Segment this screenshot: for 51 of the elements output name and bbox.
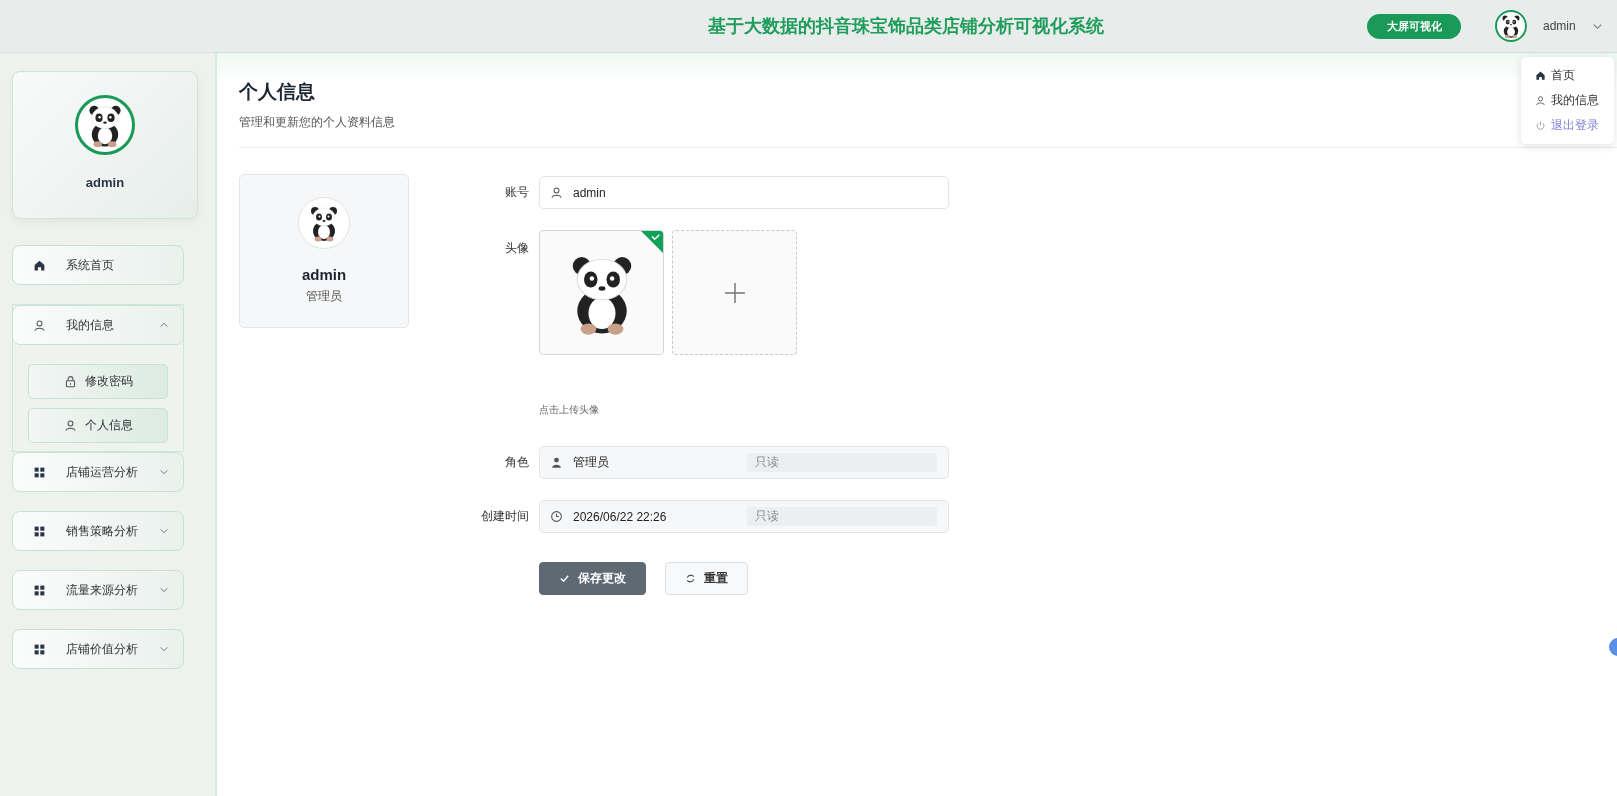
nav-item[interactable]: 流量来源分析 (12, 570, 184, 610)
big-screen-button[interactable]: 大屏可视化 (1367, 13, 1461, 39)
check-icon (559, 573, 570, 584)
grid-icon (33, 524, 46, 538)
readonly-field: 管理员 只读 (539, 446, 949, 479)
user-name: admin (301, 266, 347, 283)
nav-item[interactable]: 系统首页 (12, 245, 184, 285)
user-icon (550, 186, 563, 199)
readonly-tag: 只读 (747, 453, 937, 472)
grid-icon (33, 465, 46, 479)
user-icon (63, 419, 77, 432)
field-label: 角色 (504, 454, 530, 471)
readonly-field: 2026/06/22 22:26 只读 (539, 500, 949, 533)
nav-item[interactable]: 店铺价值分析 (12, 629, 184, 669)
field-label: 头像 (504, 240, 530, 257)
account-input[interactable]: admin (539, 176, 949, 209)
clock-icon (550, 510, 563, 523)
field-label: 创建时间 (480, 508, 530, 525)
menu-item[interactable]: 退出登录 (1521, 113, 1614, 138)
home-icon (33, 258, 46, 272)
nav-item[interactable]: 我的信息 (12, 305, 184, 345)
user-icon (550, 456, 563, 469)
system-title: 基于大数据的抖音珠宝饰品类店铺分析可视化系统 (708, 15, 1104, 38)
nav-item[interactable]: 店铺运营分析 (12, 452, 184, 492)
profile-name: admin (85, 175, 125, 190)
power-icon (1535, 120, 1546, 131)
submenu-item[interactable]: 个人信息 (28, 408, 168, 443)
menu-item[interactable]: 我的信息 (1521, 88, 1614, 113)
reset-button[interactable]: 重置 (665, 562, 748, 595)
nav-item[interactable]: 销售策略分析 (12, 511, 184, 551)
uploaded-avatar[interactable] (539, 230, 664, 355)
user-role: 管理员 (306, 288, 342, 305)
plus-icon (723, 281, 746, 304)
user-icon (33, 318, 46, 332)
check-corner-icon (641, 231, 663, 253)
username[interactable]: admin (1543, 19, 1576, 33)
user-icon (1535, 95, 1546, 106)
grid-icon (33, 583, 46, 597)
user-avatar[interactable] (1495, 10, 1527, 42)
menu-item[interactable]: 首页 (1521, 63, 1614, 88)
readonly-tag: 只读 (747, 507, 937, 526)
upload-hint: 点击上传头像 (539, 403, 600, 417)
page-title: 个人信息 (239, 80, 315, 104)
submenu-item[interactable]: 修改密码 (28, 364, 168, 399)
save-button[interactable]: 保存更改 (539, 562, 646, 595)
home-icon (1535, 70, 1546, 81)
field-label: 账号 (504, 184, 530, 201)
refresh-icon (685, 573, 696, 584)
grid-icon (33, 642, 46, 656)
lock-icon (63, 375, 77, 388)
page-subtitle: 管理和更新您的个人资料信息 (239, 115, 395, 130)
